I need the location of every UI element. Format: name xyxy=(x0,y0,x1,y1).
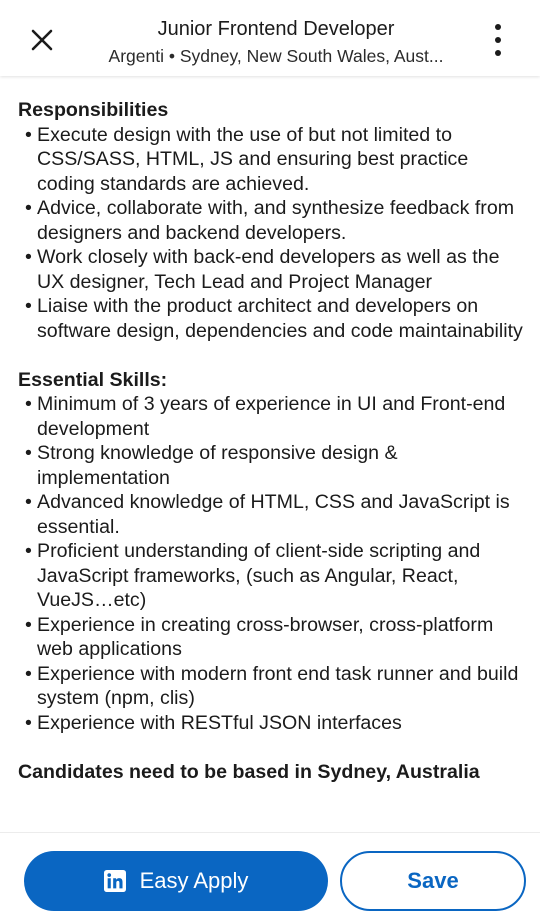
easy-apply-button[interactable]: Easy Apply xyxy=(24,851,328,911)
responsibility-item-text: Execute design with the use of but not l… xyxy=(37,123,469,195)
skill-item: • Experience in creating cross-browser, c… xyxy=(18,613,528,662)
responsibility-item: • Liaise with the product architect and d… xyxy=(18,294,528,343)
easy-apply-label: Easy Apply xyxy=(139,868,249,893)
responsibility-item: • Execute design with the use of but not … xyxy=(18,123,528,197)
skill-item-text: Advanced knowledge of HTML, CSS and Java… xyxy=(37,491,510,538)
skill-item-text: Experience in creating cross-browser, cr… xyxy=(37,613,494,661)
skill-item-text: Proficient understanding of client-side … xyxy=(37,540,481,611)
skill-item: • Advanced knowledge of HTML, CSS and Jav… xyxy=(18,490,528,539)
responsibility-item: • Advice, collaborate with, and synthesiz… xyxy=(18,196,528,245)
bullet-icon: • xyxy=(25,393,32,415)
bullet-icon: • xyxy=(25,491,32,513)
bullet-icon: • xyxy=(25,613,32,636)
responsibilities-list: • Execute design with the use of but not … xyxy=(18,123,528,344)
skills-heading: Essential Skills: xyxy=(18,368,168,391)
save-label: Save xyxy=(407,868,459,893)
skills-list: • Minimum of 3 years of experience in UI … xyxy=(18,392,528,735)
job-description: Responsibilities • Execute design with th… xyxy=(18,98,528,784)
job-subtitle: Argenti • Sydney, New South Wales, Aust.… xyxy=(108,46,444,66)
skill-item-text: Strong knowledge of responsive design & … xyxy=(37,442,398,489)
more-options-button[interactable] xyxy=(488,22,508,58)
responsibility-item: • Work closely with back-end developers a… xyxy=(18,245,528,294)
bullet-icon: • xyxy=(25,123,32,146)
skill-item: • Proficient understanding of client-side… xyxy=(18,539,528,613)
responsibility-item-text: Liaise with the product architect and de… xyxy=(37,295,523,342)
closing-note: Candidates need to be based in Sydney, A… xyxy=(18,760,480,783)
job-header: Junior Frontend Developer Argenti • Sydn… xyxy=(0,0,540,76)
more-vertical-icon xyxy=(495,24,501,30)
bullet-icon: • xyxy=(25,540,32,562)
header-titles: Junior Frontend Developer Argenti • Sydn… xyxy=(86,16,466,68)
skill-item: • Minimum of 3 years of experience in UI … xyxy=(18,392,528,441)
skill-item: • Strong knowledge of responsive design &… xyxy=(18,441,528,490)
skill-item-text: Experience with modern front end task ru… xyxy=(37,662,519,710)
bullet-icon: • xyxy=(25,442,32,464)
close-button[interactable] xyxy=(24,22,60,58)
skill-item: • Experience with modern front end task r… xyxy=(18,662,528,711)
linkedin-icon xyxy=(103,870,126,892)
more-vertical-icon-dot xyxy=(495,37,501,43)
responsibilities-heading: Responsibilities xyxy=(18,99,169,121)
bullet-icon: • xyxy=(25,197,32,219)
skill-item-text: Minimum of 3 years of experience in UI a… xyxy=(37,393,506,440)
more-vertical-icon-dot xyxy=(495,50,501,56)
bullet-icon: • xyxy=(25,246,32,268)
bullet-icon: • xyxy=(25,711,32,734)
save-button[interactable]: Save xyxy=(340,851,526,911)
close-icon xyxy=(31,29,53,51)
job-title: Junior Frontend Developer xyxy=(157,18,395,40)
skill-item: • Experience with RESTful JSON interfaces xyxy=(18,711,528,736)
skill-item-text: Experience with RESTful JSON interfaces xyxy=(37,711,402,734)
action-footer: Easy Apply Save xyxy=(0,832,540,920)
bullet-icon: • xyxy=(25,662,32,685)
bullet-icon: • xyxy=(25,295,32,317)
responsibility-item-text: Advice, collaborate with, and synthesize… xyxy=(37,197,515,244)
responsibility-item-text: Work closely with back-end developers as… xyxy=(37,246,500,293)
